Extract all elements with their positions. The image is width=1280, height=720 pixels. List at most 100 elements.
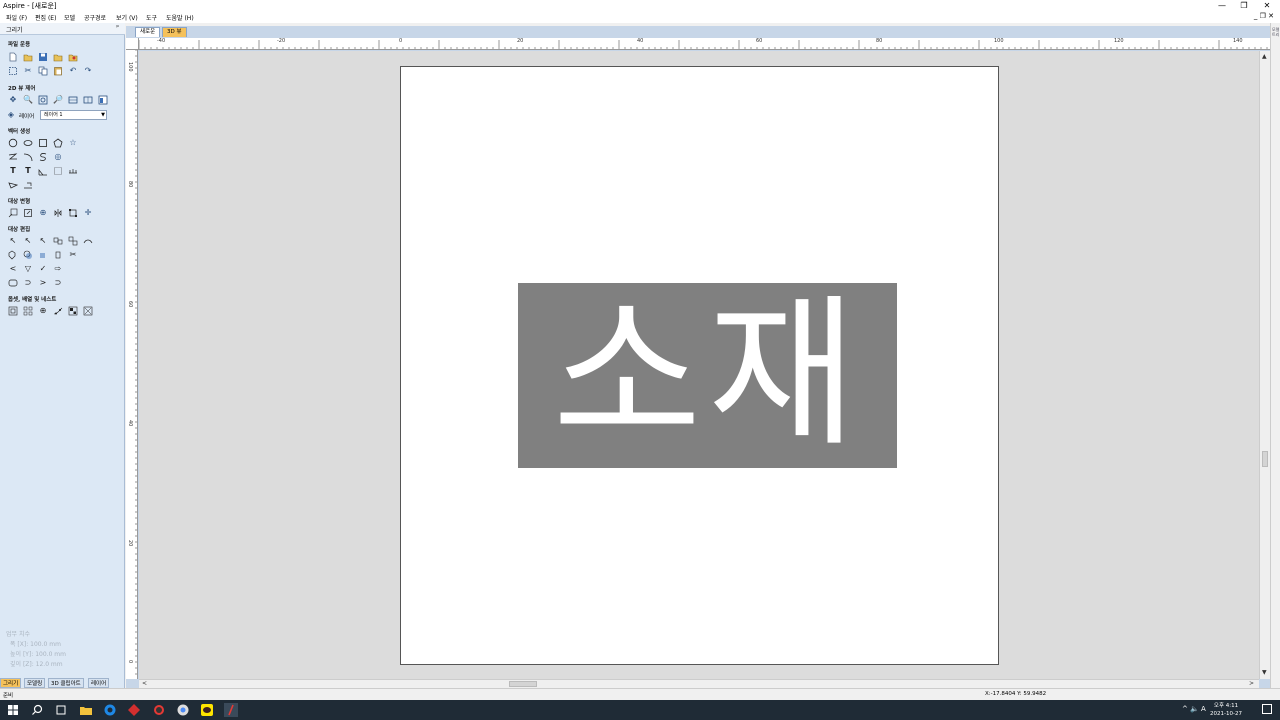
scroll-down-icon[interactable]: ▼ xyxy=(1262,669,1267,676)
align-center-icon[interactable]: ✛ xyxy=(83,208,93,218)
copy-along-vector-icon[interactable] xyxy=(53,306,63,316)
tab-modeling[interactable]: 모델링 xyxy=(24,678,46,688)
polyline-icon[interactable] xyxy=(8,152,18,162)
nesting-icon[interactable] xyxy=(68,306,78,316)
horizontal-scroll-thumb[interactable] xyxy=(509,681,537,687)
circular-array-icon[interactable]: ⊕ xyxy=(38,306,48,316)
aspire-app-icon[interactable] xyxy=(224,703,238,717)
scroll-left-icon[interactable]: < xyxy=(142,680,147,687)
dogbone-icon[interactable]: > xyxy=(38,278,48,288)
tab-drawing[interactable]: 그리기 xyxy=(0,678,22,688)
menu-tools[interactable]: 도구 xyxy=(146,13,157,22)
zoom-box-icon[interactable] xyxy=(38,95,48,105)
distort-icon[interactable] xyxy=(68,208,78,218)
spiral-icon[interactable]: ◎ xyxy=(53,152,63,162)
overlap-icon[interactable] xyxy=(53,250,63,260)
rectangle-icon[interactable] xyxy=(38,138,48,148)
trace-bitmap-icon[interactable] xyxy=(8,180,18,190)
copy-icon[interactable] xyxy=(38,66,48,76)
node-edit-icon[interactable] xyxy=(53,166,63,176)
tab-new-document[interactable]: 새로운 xyxy=(135,27,161,37)
menu-help[interactable]: 도움말 (H) xyxy=(166,13,194,22)
mirror-icon[interactable] xyxy=(53,208,63,218)
circle-icon[interactable] xyxy=(8,138,18,148)
star-icon[interactable]: ☆ xyxy=(68,138,78,148)
scroll-up-icon[interactable]: ▲ xyxy=(1262,53,1267,60)
intersect-icon[interactable] xyxy=(38,250,48,260)
curve-icon[interactable] xyxy=(38,152,48,162)
edge-browser-icon[interactable] xyxy=(103,703,117,717)
offset-icon[interactable] xyxy=(8,306,18,316)
menu-view[interactable]: 보기 (V) xyxy=(116,13,138,22)
curve-fit-icon[interactable]: ⊃ xyxy=(53,278,63,288)
tab-3d-view[interactable]: 3D 뷰 xyxy=(162,27,187,37)
chamfer-icon[interactable]: ▽ xyxy=(23,264,33,274)
zoom-icon[interactable]: 🔍 xyxy=(23,95,33,105)
close-button[interactable]: ✕ xyxy=(1256,0,1278,11)
vertical-scroll-thumb[interactable] xyxy=(1262,451,1268,467)
rotate-icon[interactable]: ⊕ xyxy=(38,208,48,218)
join-icon[interactable] xyxy=(83,236,93,246)
auto-layout-icon[interactable] xyxy=(83,306,93,316)
draw-line-icon[interactable] xyxy=(23,180,33,190)
tab-3d-clipart[interactable]: 3D 클립아트 xyxy=(48,678,84,688)
weld-icon[interactable] xyxy=(8,250,18,260)
notification-icon[interactable] xyxy=(1262,704,1272,714)
trim-icon[interactable]: ✓ xyxy=(38,264,48,274)
subtract-icon[interactable] xyxy=(23,250,33,260)
scroll-right-icon[interactable]: > xyxy=(1249,680,1254,687)
system-tray[interactable]: ^ 🔈 A xyxy=(1182,705,1206,713)
pan-icon[interactable]: ✥ xyxy=(8,95,18,105)
windows-start-icon[interactable] xyxy=(6,703,20,717)
search-icon[interactable] xyxy=(30,703,44,717)
array-grid-icon[interactable] xyxy=(23,306,33,316)
node-select-icon[interactable]: ↖ xyxy=(23,236,33,246)
chrome-icon[interactable] xyxy=(176,703,190,717)
vertical-ruler[interactable]: 100 80 60 40 20 0 xyxy=(126,50,138,679)
horizontal-ruler[interactable]: -40 -20 0 20 40 60 80 100 120 140 xyxy=(139,38,1270,50)
select-all-icon[interactable] xyxy=(8,66,18,76)
tab-layers[interactable]: 레이어 xyxy=(88,678,110,688)
close-vector-icon[interactable]: ⊃ xyxy=(23,278,33,288)
undo-icon[interactable]: ↶ xyxy=(68,66,78,76)
pin-icon[interactable]: ᵖ xyxy=(116,24,119,31)
task-view-icon[interactable] xyxy=(54,703,68,717)
new-file-icon[interactable] xyxy=(8,52,18,62)
open-file-icon[interactable] xyxy=(23,52,33,62)
cut-icon[interactable]: ✂ xyxy=(23,66,33,76)
smooth-icon[interactable] xyxy=(8,278,18,288)
interactive-select-icon[interactable]: ↖ xyxy=(38,236,48,246)
paste-icon[interactable] xyxy=(53,66,63,76)
app-circle-icon[interactable] xyxy=(152,703,166,717)
text-icon[interactable]: T xyxy=(8,166,18,176)
select-icon[interactable]: ↖ xyxy=(8,236,18,246)
menu-edit[interactable]: 편집 (E) xyxy=(35,13,56,22)
model-tree-strip[interactable]: 모델 트리 xyxy=(1270,23,1280,688)
file-explorer-icon[interactable] xyxy=(79,703,93,717)
scale-icon[interactable] xyxy=(23,208,33,218)
group-icon[interactable] xyxy=(53,236,63,246)
grid-icon[interactable] xyxy=(68,95,78,105)
mdi-window-controls[interactable]: _ ❐ ✕ xyxy=(1254,12,1274,20)
scissors-icon[interactable]: ✂ xyxy=(68,250,78,260)
polygon-icon[interactable] xyxy=(53,138,63,148)
clock[interactable]: 오후 4:11 2021-10-27 xyxy=(1210,702,1242,718)
minimize-button[interactable]: — xyxy=(1211,0,1233,11)
menu-file[interactable]: 파일 (F) xyxy=(6,13,27,22)
layer-dropdown[interactable]: 레이어 1 ▼ xyxy=(40,110,107,120)
ellipse-icon[interactable] xyxy=(23,138,33,148)
move-icon[interactable] xyxy=(8,208,18,218)
ruler-icon[interactable] xyxy=(98,95,108,105)
snap-icon[interactable] xyxy=(83,95,93,105)
maximize-button[interactable]: ❐ xyxy=(1233,0,1255,11)
save-icon[interactable] xyxy=(38,52,48,62)
kakaotalk-icon[interactable] xyxy=(200,703,214,717)
text-on-curve-icon[interactable]: T xyxy=(23,166,33,176)
zoom-extents-icon[interactable]: 🔎 xyxy=(53,95,63,105)
menu-toolpaths[interactable]: 공구경로 xyxy=(84,13,106,22)
import-icon[interactable] xyxy=(53,52,63,62)
arc-icon[interactable] xyxy=(23,152,33,162)
measure-icon[interactable] xyxy=(68,166,78,176)
dimension-icon[interactable] xyxy=(38,166,48,176)
menu-model[interactable]: 모델 xyxy=(64,13,75,22)
